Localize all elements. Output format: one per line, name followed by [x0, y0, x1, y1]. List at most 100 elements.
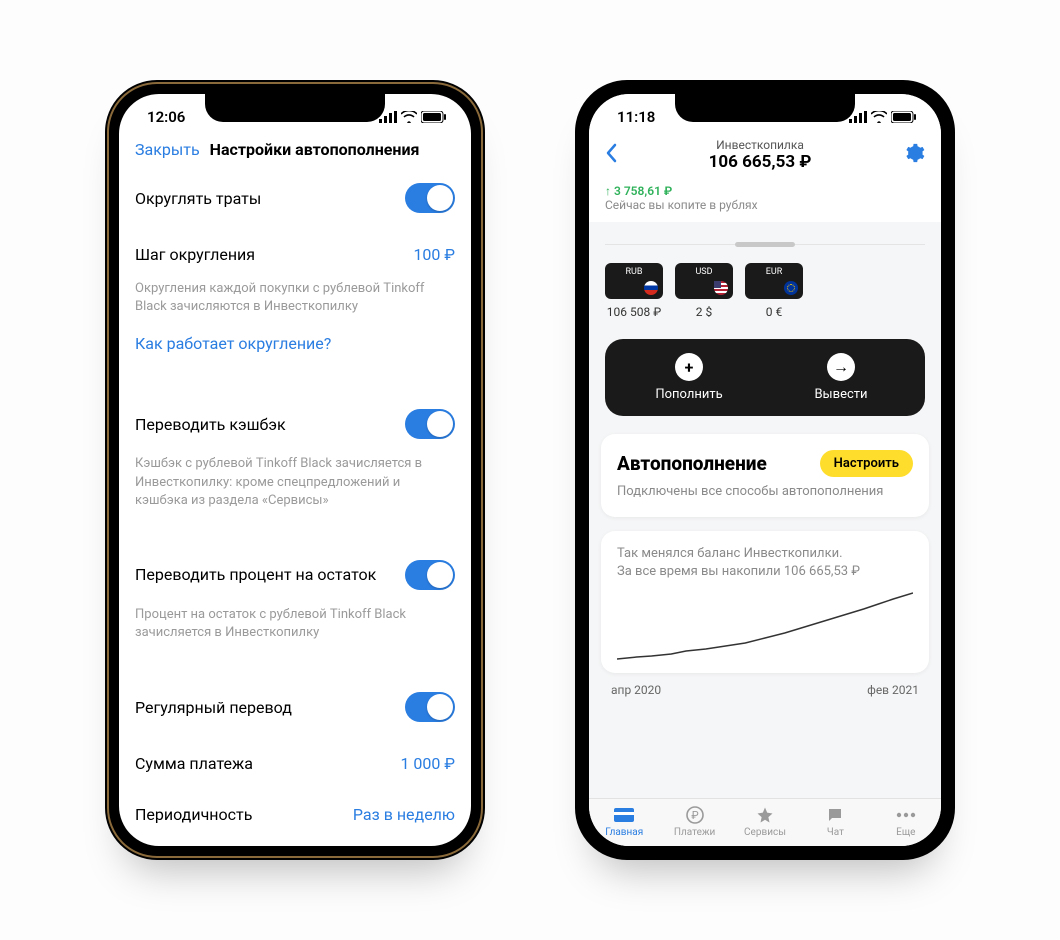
star-icon — [730, 805, 800, 825]
chat-icon — [800, 805, 870, 825]
tab-services[interactable]: Сервисы — [730, 805, 800, 838]
currency-usd[interactable]: USD 2 $ — [675, 263, 733, 319]
wifi-icon — [871, 111, 887, 123]
amount-value: 1 000 ₽ — [400, 754, 455, 773]
row-round-step[interactable]: Шаг округления 100 ₽ — [119, 229, 471, 280]
chart-text-2: За все время вы накопили 106 665,53 ₽ — [617, 563, 913, 581]
tab-bar: Главная ₽ Платежи Сервисы Чат Еще — [589, 798, 941, 846]
tab-chat[interactable]: Чат — [800, 805, 870, 838]
navbar: Инвесткопилка 106 665,53 ₽ — [589, 134, 941, 178]
currency-amount: 0 € — [745, 305, 803, 319]
row-interest: Переводить процент на остаток — [119, 544, 471, 606]
currency-amount: 106 508 ₽ — [605, 305, 663, 319]
plus-icon: + — [675, 353, 703, 381]
row-amount[interactable]: Сумма платежа 1 000 ₽ — [119, 738, 471, 789]
round-spending-label: Округлять траты — [135, 189, 261, 208]
tab-label: Чат — [800, 827, 870, 838]
balance-chart-card: Так менялся баланс Инвесткопилки. За все… — [601, 531, 929, 673]
row-period[interactable]: Периодичность Раз в неделю — [119, 789, 471, 840]
add-funds-button[interactable]: + Пополнить — [613, 353, 765, 402]
withdraw-label: Вывести — [765, 387, 917, 402]
tab-more[interactable]: Еще — [871, 805, 941, 838]
gain-note: Сейчас вы копите в рублях — [605, 198, 925, 212]
phone-settings: 12:06 Закрыть Настройки автопополнения О… — [105, 80, 485, 860]
chart-text-1: Так менялся баланс Инвесткопилки. — [617, 545, 913, 563]
interest-toggle[interactable] — [405, 560, 455, 590]
action-box: + Пополнить → Вывести — [605, 339, 925, 416]
page-title: Настройки автопополнения — [210, 140, 420, 159]
gain-bar: 3 758,61 ₽ Сейчас вы копите в рублях — [589, 178, 941, 222]
round-step-label: Шаг округления — [135, 245, 255, 264]
interest-label: Переводить процент на остаток — [135, 565, 376, 584]
cashback-label: Переводить кэшбэк — [135, 415, 286, 434]
add-funds-label: Пополнить — [613, 387, 765, 402]
cashback-desc: Кэшбэк с рублевой Tinkoff Black зачисляе… — [119, 455, 471, 524]
row-day[interactable]: День Четверг — [119, 840, 471, 846]
tab-label: Платежи — [659, 827, 729, 838]
currency-list: RUB 106 508 ₽ USD 2 $ EUR 0 € — [589, 263, 941, 319]
round-how-link[interactable]: Как работает округление? — [119, 330, 471, 373]
amount-label: Сумма платежа — [135, 754, 253, 773]
date-to: фев 2021 — [867, 683, 919, 697]
row-regular: Регулярный перевод — [119, 676, 471, 738]
autopay-configure-button[interactable]: Настроить — [820, 450, 913, 477]
settings-content: Округлять траты Шаг округления 100 ₽ Окр… — [119, 167, 471, 846]
navbar: Закрыть Настройки автопополнения — [119, 134, 471, 167]
screen-investkopilka: 11:18 Инвесткопилка 106 665,53 ₽ 3 758,6… — [589, 94, 941, 846]
round-spending-toggle[interactable] — [405, 183, 455, 213]
currency-code: EUR — [750, 267, 798, 277]
round-step-value: 100 ₽ — [413, 245, 455, 264]
status-icons — [849, 111, 917, 123]
arrow-right-icon: → — [827, 353, 855, 381]
status-time: 12:06 — [147, 108, 185, 126]
close-button[interactable]: Закрыть — [135, 140, 200, 159]
gain-amount: 3 758,61 ₽ — [605, 184, 925, 198]
back-button[interactable] — [605, 141, 617, 169]
notch — [205, 94, 385, 122]
currency-amount: 2 $ — [675, 305, 733, 319]
period-value: Раз в неделю — [353, 805, 455, 824]
currency-eur[interactable]: EUR 0 € — [745, 263, 803, 319]
round-desc: Округления каждой покупки с рублевой Tin… — [119, 280, 471, 330]
regular-toggle[interactable] — [405, 692, 455, 722]
row-cashback: Переводить кэшбэк — [119, 393, 471, 455]
currency-rub[interactable]: RUB 106 508 ₽ — [605, 263, 663, 319]
phone-investkopilka: 11:18 Инвесткопилка 106 665,53 ₽ 3 758,6… — [575, 80, 955, 860]
wifi-icon — [401, 111, 417, 123]
account-balance: 106 665,53 ₽ — [617, 152, 903, 172]
cashback-toggle[interactable] — [405, 409, 455, 439]
flag-us-icon — [714, 281, 728, 295]
drag-handle[interactable] — [605, 244, 925, 245]
date-from: апр 2020 — [611, 683, 661, 697]
card-icon — [589, 805, 659, 825]
screen-settings: 12:06 Закрыть Настройки автопополнения О… — [119, 94, 471, 846]
autopay-title: Автопополнение — [617, 452, 767, 475]
svg-text:₽: ₽ — [691, 809, 698, 822]
chevron-left-icon — [605, 143, 617, 163]
tab-payments[interactable]: ₽ Платежи — [659, 805, 729, 838]
chart-dates: апр 2020 фев 2021 — [589, 673, 941, 703]
battery-icon — [421, 111, 447, 123]
battery-icon — [891, 111, 917, 123]
gear-icon — [903, 142, 925, 164]
status-icons — [379, 111, 447, 123]
currency-code: USD — [680, 267, 728, 277]
notch — [675, 94, 855, 122]
tab-label: Еще — [871, 827, 941, 838]
interest-desc: Процент на остаток с рублевой Tinkoff Bl… — [119, 606, 471, 656]
currency-code: RUB — [610, 267, 658, 277]
row-round-spending: Округлять траты — [119, 167, 471, 229]
settings-button[interactable] — [903, 142, 925, 168]
flag-eu-icon — [784, 281, 798, 295]
tab-label: Сервисы — [730, 827, 800, 838]
flag-ru-icon — [644, 281, 658, 295]
tab-label: Главная — [589, 827, 659, 838]
ruble-icon: ₽ — [659, 805, 729, 825]
tab-main[interactable]: Главная — [589, 805, 659, 838]
main-body: RUB 106 508 ₽ USD 2 $ EUR 0 € + Пополнит… — [589, 222, 941, 798]
withdraw-button[interactable]: → Вывести — [765, 353, 917, 402]
autopay-subtitle: Подключены все способы автопополнения — [617, 483, 913, 501]
status-time: 11:18 — [617, 108, 655, 126]
more-icon — [871, 805, 941, 825]
balance-line-chart — [617, 591, 913, 661]
